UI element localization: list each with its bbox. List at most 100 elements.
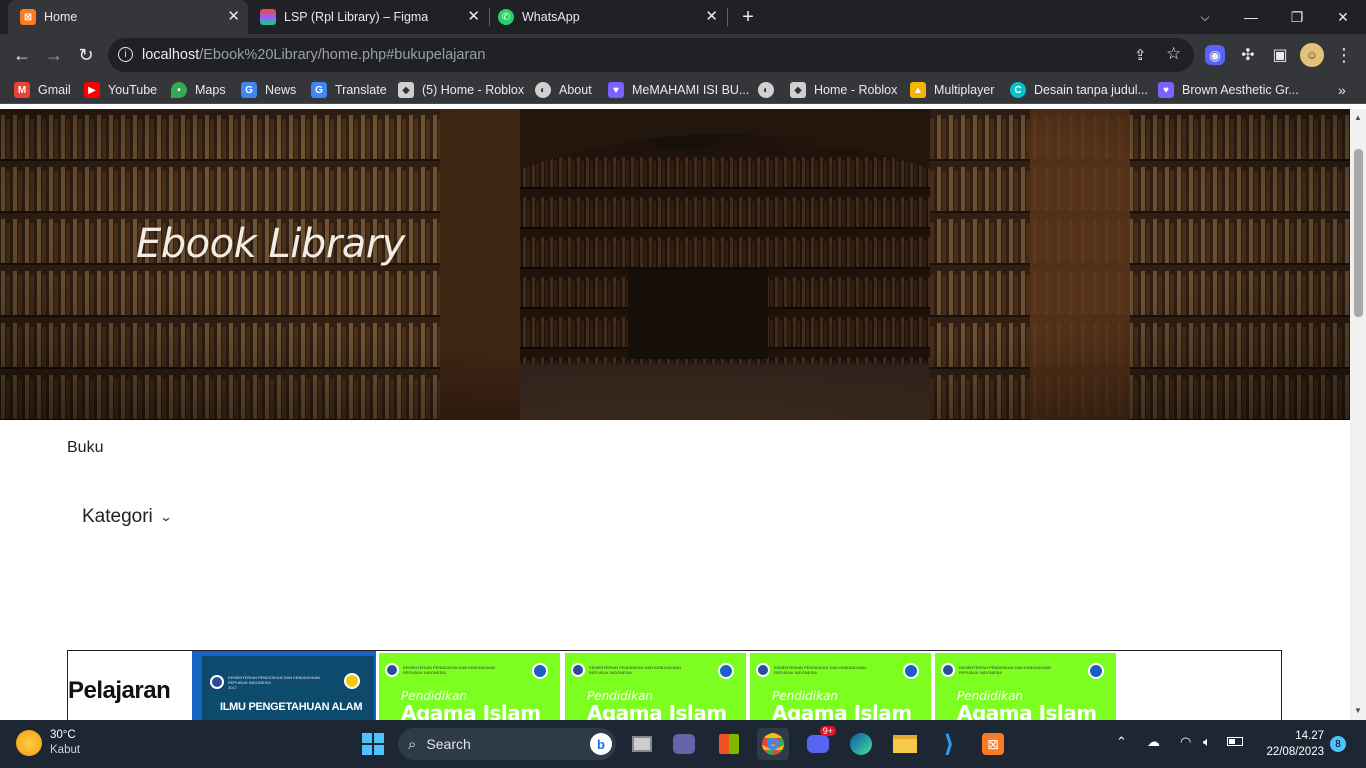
- bookmark-youtube[interactable]: ▶ YouTube: [84, 82, 157, 98]
- forward-arrow-icon[interactable]: →: [42, 43, 66, 67]
- whatsapp-favicon-icon: ✆: [498, 9, 514, 25]
- bookmark-label: Maps: [195, 83, 226, 97]
- wifi-icon[interactable]: ◠: [1180, 734, 1191, 750]
- weather-widget[interactable]: 30°C Kabut: [16, 728, 80, 758]
- share-icon[interactable]: ⇪: [1134, 46, 1147, 64]
- page-scrollbar[interactable]: ▲ ▼: [1350, 109, 1366, 720]
- browser-tab-strip: ⊠ Home ✕ LSP (Rpl Library) – Figma ✕ ✆ W…: [0, 0, 1366, 34]
- url-text[interactable]: localhost/Ebook%20Library/home.php#bukup…: [142, 47, 485, 63]
- notification-badge[interactable]: 8: [1330, 736, 1346, 752]
- hero-banner: Ebook Library: [0, 109, 1350, 420]
- bookmarks-bar: M Gmail ▶ YouTube • Maps G News G Translate ◆…: [0, 76, 1366, 104]
- ministry-emblem-icon: [756, 663, 770, 677]
- weather-sun-icon: [16, 730, 42, 756]
- translate-icon: G: [311, 82, 327, 98]
- tab-search-icon[interactable]: ⌵: [1182, 0, 1228, 34]
- bookmark-label: News: [265, 83, 297, 97]
- start-windows-icon[interactable]: [357, 728, 389, 760]
- file-explorer-icon[interactable]: [889, 728, 921, 760]
- window-close-icon[interactable]: ✕: [1320, 0, 1366, 34]
- bookmark-shield-icon: ♥: [608, 82, 624, 98]
- ministry-emblem-icon: [385, 663, 399, 677]
- cover-title: Agama Islam: [957, 701, 1097, 720]
- search-label: Search: [426, 736, 471, 752]
- book-cover[interactable]: KEMENTERIAN PENDIDIKAN DAN KEBUDAYAAN RE…: [379, 653, 560, 720]
- bookmark-about[interactable]: ◐ About: [535, 82, 592, 98]
- book-cover[interactable]: KEMENTERIAN PENDIDIKAN DAN KEBUDAYAAN RE…: [565, 653, 746, 720]
- bookmark-label: Desain tanpa judul...: [1034, 83, 1148, 97]
- weather-temp: 30°C: [50, 729, 76, 741]
- extensions-puzzle-icon[interactable]: ✣: [1236, 43, 1260, 67]
- vscode-icon[interactable]: ⟩: [933, 728, 965, 760]
- taskbar-search[interactable]: ⌕ Search b: [398, 728, 616, 760]
- task-view-icon[interactable]: [626, 728, 658, 760]
- bookmark-canva[interactable]: C Desain tanpa judul...: [1010, 82, 1148, 98]
- bookmark-maps[interactable]: • Maps: [171, 82, 226, 98]
- bookmark-roblox-home-5[interactable]: ◆ (5) Home - Roblox: [398, 82, 524, 98]
- bookmark-globe[interactable]: ◐: [758, 82, 782, 98]
- chevron-down-icon: ⌄: [159, 510, 173, 524]
- battery-icon[interactable]: [1227, 734, 1243, 749]
- book-cover[interactable]: KEMENTERIAN PENDIDIKAN DAN KEBUDAYAAN RE…: [192, 651, 376, 720]
- category-dropdown[interactable]: Kategori ⌄: [82, 506, 173, 528]
- bookmark-gmail[interactable]: M Gmail: [14, 82, 71, 98]
- search-icon: ⌕: [408, 735, 417, 753]
- bookmark-news[interactable]: G News: [241, 82, 296, 98]
- bookmark-star-icon[interactable]: ☆: [1166, 44, 1181, 64]
- reload-icon[interactable]: ↻: [74, 43, 98, 67]
- chrome-icon[interactable]: [757, 728, 789, 760]
- microsoft-store-icon[interactable]: [713, 728, 745, 760]
- bookmark-multiplayer[interactable]: ▲ Multiplayer: [910, 82, 994, 98]
- curriculum-logo-icon: [718, 663, 734, 679]
- tray-overflow-chevron-icon[interactable]: ⌃: [1116, 734, 1127, 750]
- cover-title: Agama Islam: [401, 701, 541, 720]
- edge-icon[interactable]: [845, 728, 877, 760]
- close-tab-icon[interactable]: ✕: [467, 9, 480, 24]
- cover-title: Agama Islam: [772, 701, 912, 720]
- scroll-down-arrow-icon[interactable]: ▼: [1354, 706, 1362, 715]
- tab-whatsapp[interactable]: ✆ WhatsApp ✕: [490, 0, 726, 34]
- volume-icon[interactable]: 🔈︎: [1203, 734, 1211, 750]
- cover-year: 2017: [228, 685, 237, 690]
- bookmark-label: (5) Home - Roblox: [422, 83, 525, 97]
- tab-divider: [727, 8, 728, 26]
- curriculum-logo-icon: [532, 663, 548, 679]
- tab-figma[interactable]: LSP (Rpl Library) – Figma ✕: [250, 0, 488, 34]
- back-arrow-icon[interactable]: ←: [10, 43, 34, 67]
- menu-kebab-icon[interactable]: ⋮: [1332, 43, 1356, 67]
- site-info-icon[interactable]: i: [118, 47, 133, 62]
- onedrive-cloud-icon[interactable]: ☁: [1147, 734, 1160, 750]
- close-tab-icon[interactable]: ✕: [227, 9, 240, 24]
- extension-discord-icon[interactable]: ◉: [1205, 45, 1225, 65]
- address-bar[interactable]: i localhost/Ebook%20Library/home.php#buk…: [108, 38, 1194, 72]
- teams-chat-icon[interactable]: [668, 728, 700, 760]
- curriculum-logo-icon: [1088, 663, 1104, 679]
- bookmark-label: Home - Roblox: [814, 83, 898, 97]
- profile-avatar[interactable]: ☺: [1300, 43, 1324, 67]
- bookmark-label: Gmail: [38, 83, 71, 97]
- windows-taskbar: 30°C Kabut ⌕ Search b 9+ ⟩ ⊠ ⌃ ☁ ◠ 🔈︎ 14…: [0, 720, 1366, 768]
- side-panel-icon[interactable]: ▣: [1268, 43, 1292, 67]
- tab-home[interactable]: ⊠ Home ✕: [8, 0, 248, 34]
- scroll-up-arrow-icon[interactable]: ▲: [1354, 113, 1362, 122]
- book-cover[interactable]: KEMENTERIAN PENDIDIKAN DAN KEBUDAYAAN RE…: [750, 653, 931, 720]
- roblox-icon: ◆: [398, 82, 414, 98]
- strip-category-label: Pelajaran: [68, 677, 171, 704]
- xampp-icon[interactable]: ⊠: [977, 728, 1009, 760]
- cover-publisher: KEMENTERIAN PENDIDIKAN DAN KEBUDAYAAN RE…: [403, 665, 495, 675]
- more-bookmarks-icon[interactable]: »: [1338, 82, 1346, 98]
- bookmark-label: Brown Aesthetic Gr...: [1182, 83, 1299, 97]
- bookmark-roblox-home[interactable]: ◆ Home - Roblox: [790, 82, 897, 98]
- bookmark-brown-aesthetic[interactable]: ♥ Brown Aesthetic Gr...: [1158, 82, 1299, 98]
- restore-icon[interactable]: ❐: [1274, 0, 1320, 34]
- book-cover[interactable]: KEMENTERIAN PENDIDIKAN DAN KEBUDAYAAN RE…: [935, 653, 1116, 720]
- discord-icon[interactable]: 9+: [802, 726, 836, 760]
- minimize-icon[interactable]: —: [1228, 0, 1274, 34]
- bookmark-memahami[interactable]: ♥ MeMAHAMI ISI BU...: [608, 82, 749, 98]
- scrollbar-thumb[interactable]: [1354, 149, 1363, 317]
- clock[interactable]: 14.27 22/08/2023: [1258, 728, 1324, 760]
- close-tab-icon[interactable]: ✕: [705, 9, 718, 24]
- url-path: /Ebook%20Library/home.php#bukupelajaran: [199, 47, 486, 63]
- bookmark-translate[interactable]: G Translate: [311, 82, 387, 98]
- new-tab-button[interactable]: +: [736, 0, 760, 34]
